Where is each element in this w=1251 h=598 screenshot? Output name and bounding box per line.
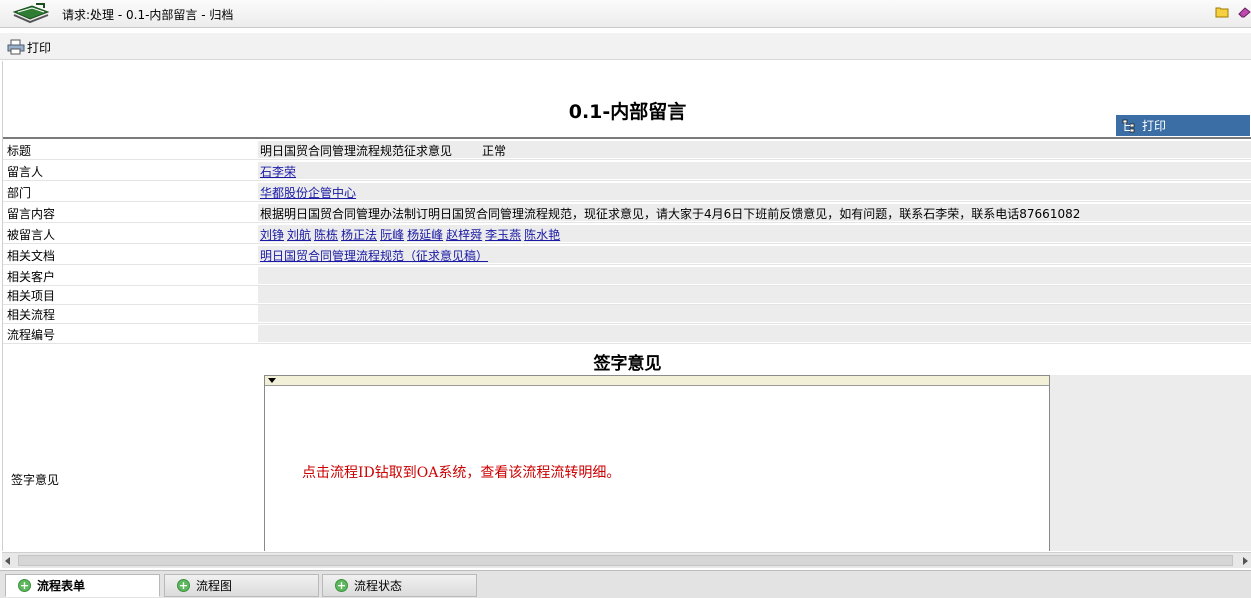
print-panel-label: 打印 (1142, 119, 1167, 133)
recipient-link[interactable]: 杨正法 (341, 228, 377, 242)
recipient-link[interactable]: 赵梓舜 (446, 228, 482, 242)
title-bar: 请求:处理 - 0.1-内部留言 - 归档 (0, 0, 1251, 28)
form-content: 0.1-内部留言 打印 标题 明日国贸合同管理流程规范征求意见 正常 留言人 石李… (2, 61, 1251, 551)
bottom-tab-bar: + 流程表单 + 流程图 + 流程状态 (0, 570, 1251, 598)
field-label-author: 留言人 (7, 165, 44, 179)
field-row-department: 部门 华都股份企管中心 (3, 182, 1251, 202)
field-row-author: 留言人 石李荣 (3, 161, 1251, 181)
field-row-recipients: 被留言人 刘铮 刘航 陈栋 杨正法 阮峰 杨延峰 赵梓舜 李玉燕 陈水艳 (3, 224, 1251, 244)
field-value-workflow-id (258, 325, 1251, 342)
field-value-content: 根据明日国贸合同管理办法制订明日国贸合同管理流程规范，现征求意见，请大家于4月6… (258, 204, 1251, 221)
editor-note-text: 点击流程ID钻取到OA系统，查看该流程流转明细。 (302, 465, 621, 481)
field-label-title: 标题 (7, 144, 32, 158)
recipient-link[interactable]: 刘航 (287, 228, 311, 242)
scroll-right-icon[interactable] (1243, 557, 1248, 565)
row-divider (3, 343, 1251, 344)
sign-area-background (1049, 375, 1251, 551)
scroll-left-icon[interactable] (5, 557, 10, 565)
row-divider (3, 180, 1251, 181)
field-label-workflow-id: 流程编号 (7, 328, 56, 342)
field-label-customers: 相关客户 (7, 270, 56, 284)
field-value-workflows (258, 305, 1251, 322)
scrollbar-thumb[interactable] (18, 555, 1233, 566)
toolbar: 打印 (0, 32, 1251, 60)
workflow-app-icon (12, 3, 50, 24)
eraser-icon[interactable] (1237, 6, 1251, 18)
printer-icon (7, 39, 25, 55)
field-label-content: 留言内容 (7, 207, 56, 221)
plus-circle-icon: + (18, 579, 31, 592)
field-row-workflow-id: 流程编号 (3, 324, 1251, 344)
recipient-link[interactable]: 陈栋 (314, 228, 338, 242)
tab-workflow-chart[interactable]: + 流程图 (164, 574, 319, 597)
row-divider (3, 222, 1251, 223)
field-label-workflows: 相关流程 (7, 308, 56, 322)
field-value-author: 石李荣 (258, 162, 1251, 179)
recipient-link[interactable]: 李玉燕 (485, 228, 521, 242)
row-divider (3, 264, 1251, 265)
field-value-recipients: 刘铮 刘航 陈栋 杨正法 阮峰 杨延峰 赵梓舜 李玉燕 陈水艳 (258, 225, 1251, 242)
field-label-projects: 相关项目 (7, 289, 56, 303)
field-value-projects (258, 286, 1251, 303)
recipient-link[interactable]: 杨延峰 (407, 228, 443, 242)
sign-opinion-label: 签字意见 (11, 473, 60, 487)
print-panel-button[interactable]: 打印 (1116, 115, 1250, 136)
recipient-link[interactable]: 阮峰 (380, 228, 404, 242)
field-row-content: 留言内容 根据明日国贸合同管理办法制订明日国贸合同管理流程规范，现征求意见，请大… (3, 203, 1251, 223)
tab-label: 流程图 (196, 579, 233, 593)
tab-workflow-form[interactable]: + 流程表单 (5, 574, 160, 597)
form-title-text: 内部留言 (610, 101, 687, 123)
window-title: 请求:处理 - 0.1-内部留言 - 归档 (62, 8, 234, 22)
field-value-customers (258, 267, 1251, 284)
plus-circle-icon: + (335, 579, 348, 592)
field-value-department: 华都股份企管中心 (258, 183, 1251, 200)
field-label-documents: 相关文档 (7, 249, 56, 263)
field-label-department: 部门 (7, 186, 32, 200)
form-title-number: 0.1- (568, 101, 611, 123)
editor-toolbar[interactable] (265, 376, 1049, 386)
tab-label: 流程表单 (37, 579, 86, 593)
horizontal-scrollbar[interactable] (2, 552, 1251, 568)
document-link[interactable]: 明日国贸合同管理流程规范（征求意见稿） (260, 249, 488, 263)
print-button-label: 打印 (27, 40, 52, 55)
folder-icon[interactable] (1215, 6, 1229, 18)
field-value-documents: 明日国贸合同管理流程规范（征求意见稿） (258, 246, 1251, 263)
row-divider (3, 243, 1251, 244)
print-button[interactable]: 打印 (7, 38, 51, 56)
row-divider (3, 159, 1251, 160)
department-link[interactable]: 华都股份企管中心 (260, 186, 356, 200)
priority-status: 正常 (482, 144, 507, 158)
form-title: 0.1-内部留言 (3, 97, 1251, 124)
field-row-documents: 相关文档 明日国贸合同管理流程规范（征求意见稿） (3, 245, 1251, 265)
sign-opinion-editor[interactable]: 点击流程ID钻取到OA系统，查看该流程流转明细。 (264, 375, 1050, 551)
message-title: 明日国贸合同管理流程规范征求意见 (260, 144, 453, 158)
field-row-workflows: 相关流程 (3, 304, 1251, 324)
tab-workflow-status[interactable]: + 流程状态 (322, 574, 477, 597)
row-divider (3, 201, 1251, 202)
title-divider (3, 137, 1251, 139)
field-row-title: 标题 明日国贸合同管理流程规范征求意见 正常 (3, 140, 1251, 160)
field-row-projects: 相关项目 (3, 285, 1251, 305)
plus-circle-icon: + (177, 579, 190, 592)
flow-tree-icon (1122, 119, 1135, 132)
field-label-recipients: 被留言人 (7, 228, 56, 242)
field-row-customers: 相关客户 (3, 266, 1251, 286)
author-link[interactable]: 石李荣 (260, 165, 296, 179)
recipient-link[interactable]: 陈水艳 (524, 228, 560, 242)
sign-opinion-heading: 签字意见 (593, 354, 662, 374)
dropdown-arrow-icon[interactable] (268, 378, 276, 383)
tab-label: 流程状态 (354, 579, 403, 593)
recipient-link[interactable]: 刘铮 (260, 228, 284, 242)
field-value-title: 明日国贸合同管理流程规范征求意见 正常 (258, 141, 1251, 158)
